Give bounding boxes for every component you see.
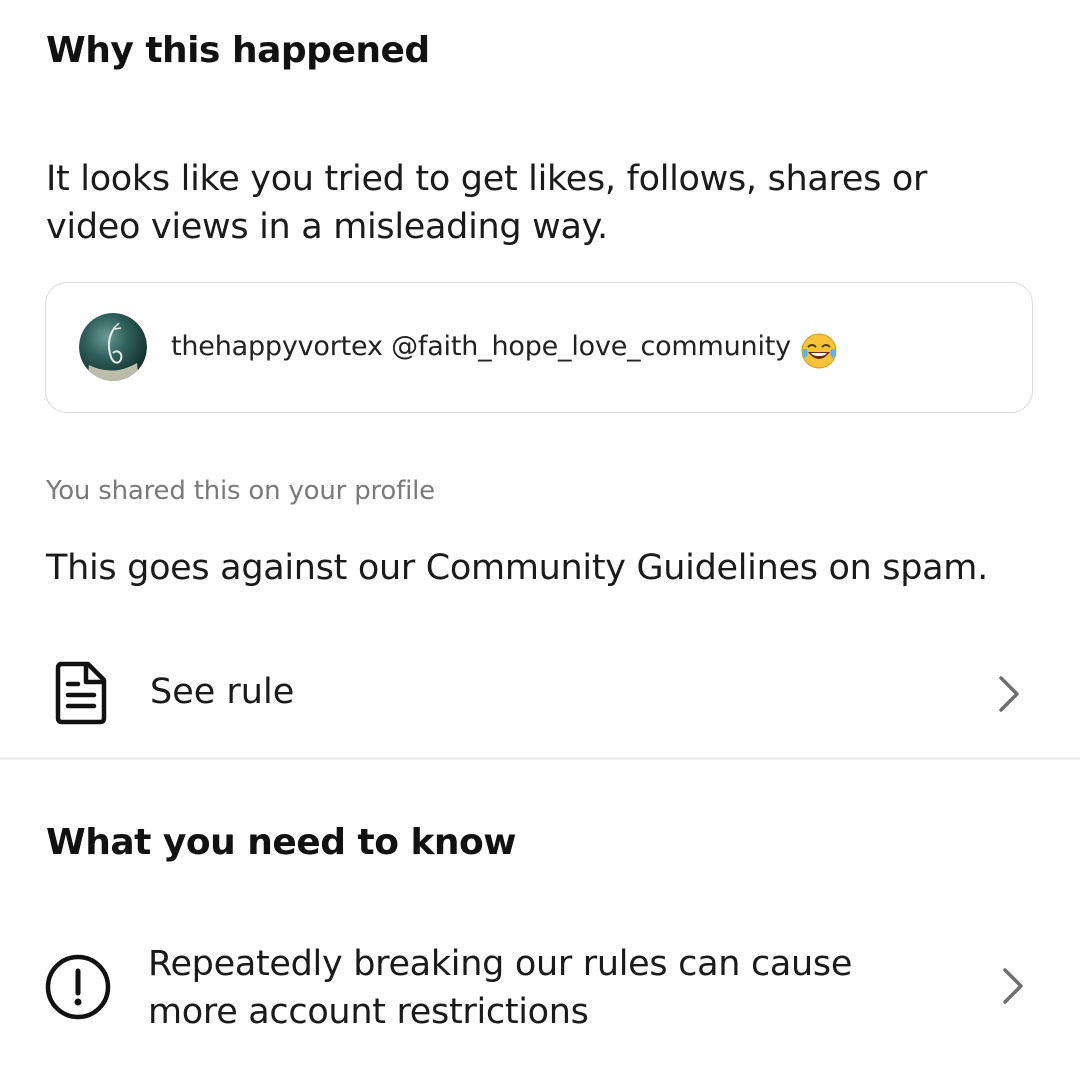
alert-circle-icon [44, 953, 112, 1021]
post-caption: thehappyvortex @faith_hope_love_communit… [171, 331, 791, 362]
avatar [79, 313, 147, 381]
document-icon [52, 660, 110, 726]
why-heading: Why this happened [46, 30, 430, 71]
explanation-text: It looks like you tried to get likes, fo… [46, 159, 928, 247]
chevron-right-icon [1000, 966, 1026, 1006]
section-divider [0, 757, 1080, 760]
shared-note: You shared this on your profile [46, 476, 435, 506]
guideline-text: This goes against our Community Guidelin… [46, 548, 988, 588]
chevron-right-icon [996, 674, 1022, 714]
face-with-tears-of-joy-icon [800, 332, 838, 370]
know-heading: What you need to know [46, 822, 517, 863]
restriction-warning-text: Repeatedly breaking our rules can cause … [148, 944, 853, 1032]
see-rule-label: See rule [150, 672, 295, 712]
